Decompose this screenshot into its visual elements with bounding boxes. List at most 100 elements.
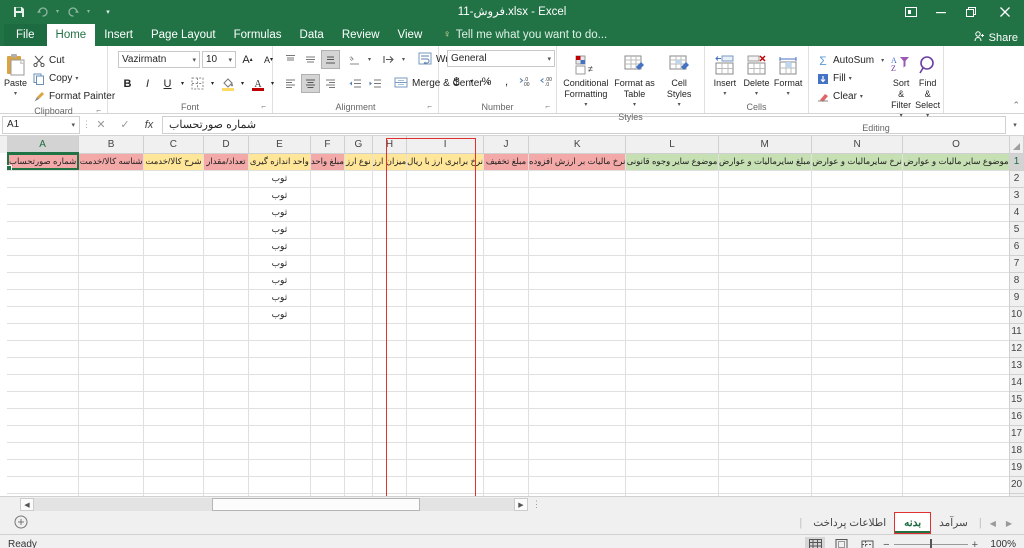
italic-button[interactable]: I bbox=[138, 74, 157, 93]
cell-K19[interactable] bbox=[528, 459, 627, 477]
cell-G3[interactable] bbox=[344, 187, 373, 205]
cell-B20[interactable] bbox=[78, 476, 144, 494]
cell-L11[interactable] bbox=[625, 323, 719, 341]
direction-dropdown-icon[interactable]: ▾ bbox=[399, 50, 408, 69]
cell-H15[interactable] bbox=[372, 391, 408, 409]
increase-font-size-button[interactable]: A ▴ bbox=[238, 50, 257, 69]
cell-K11[interactable] bbox=[528, 323, 627, 341]
cell-C2[interactable] bbox=[143, 170, 204, 188]
cell-J5[interactable] bbox=[483, 221, 529, 239]
cell-G9[interactable] bbox=[344, 289, 373, 307]
cell-N2[interactable] bbox=[811, 170, 904, 188]
horizontal-scrollbar[interactable]: ◀ ▶ ⋮ bbox=[0, 496, 1024, 512]
cell-E12[interactable] bbox=[248, 340, 311, 358]
cell-J9[interactable] bbox=[483, 289, 529, 307]
row-header-11[interactable]: 11 bbox=[1008, 323, 1024, 341]
insert-cells-button[interactable]: Insert ▾ bbox=[709, 50, 741, 100]
cell-O15[interactable] bbox=[902, 391, 1010, 409]
cell-O2[interactable] bbox=[902, 170, 1010, 188]
zoom-slider[interactable]: − + bbox=[883, 539, 978, 548]
rtl-direction-button[interactable] bbox=[379, 50, 398, 69]
cell-B7[interactable] bbox=[78, 255, 144, 273]
cell-D8[interactable] bbox=[203, 272, 249, 290]
cell-N6[interactable] bbox=[811, 238, 904, 256]
row-header-1[interactable]: 1 bbox=[1008, 153, 1024, 171]
cell-C15[interactable] bbox=[143, 391, 204, 409]
cell-O14[interactable] bbox=[902, 374, 1010, 392]
number-dialog-launcher[interactable]: ⌐ bbox=[545, 101, 550, 113]
column-header-E[interactable]: E bbox=[248, 136, 311, 154]
cell-N10[interactable] bbox=[811, 306, 904, 324]
cell-D10[interactable] bbox=[203, 306, 249, 324]
cell-I14[interactable] bbox=[406, 374, 485, 392]
cell-M4[interactable] bbox=[718, 204, 812, 222]
cell-C9[interactable] bbox=[143, 289, 204, 307]
cell-D1[interactable]: تعداد/مقدار bbox=[203, 153, 249, 171]
cell-G13[interactable] bbox=[344, 357, 373, 375]
cell-F2[interactable] bbox=[310, 170, 345, 188]
delete-dropdown-icon[interactable]: ▾ bbox=[755, 89, 758, 100]
cell-I10[interactable] bbox=[406, 306, 485, 324]
sort-filter-dropdown-icon[interactable]: ▾ bbox=[900, 111, 903, 122]
collapse-ribbon-button[interactable]: ⌃ bbox=[1012, 100, 1020, 111]
cell-E14[interactable] bbox=[248, 374, 311, 392]
borders-button[interactable] bbox=[188, 74, 207, 93]
cell-M14[interactable] bbox=[718, 374, 812, 392]
cell-H10[interactable] bbox=[372, 306, 408, 324]
cell-M7[interactable] bbox=[718, 255, 812, 273]
cell-O5[interactable] bbox=[902, 221, 1010, 239]
cell-D6[interactable] bbox=[203, 238, 249, 256]
cell-G5[interactable] bbox=[344, 221, 373, 239]
cell-L14[interactable] bbox=[625, 374, 719, 392]
cell-D20[interactable] bbox=[203, 476, 249, 494]
currency-format-button[interactable]: $ bbox=[447, 72, 466, 91]
increase-decimal-button[interactable]: .0 00 bbox=[517, 72, 537, 91]
cell-N11[interactable] bbox=[811, 323, 904, 341]
cell-A10[interactable] bbox=[6, 306, 80, 324]
cell-K20[interactable] bbox=[528, 476, 627, 494]
row-header-18[interactable]: 18 bbox=[1008, 442, 1024, 460]
column-header-D[interactable]: D bbox=[203, 136, 249, 154]
cell-B19[interactable] bbox=[78, 459, 144, 477]
cell-N16[interactable] bbox=[811, 408, 904, 426]
row-header-10[interactable]: 10 bbox=[1008, 306, 1024, 324]
cell-J4[interactable] bbox=[483, 204, 529, 222]
cell-B12[interactable] bbox=[78, 340, 144, 358]
cell-B13[interactable] bbox=[78, 357, 144, 375]
column-header-A[interactable]: A bbox=[6, 136, 80, 154]
tab-formulas[interactable]: Formulas bbox=[225, 24, 291, 46]
column-header-K[interactable]: K bbox=[528, 136, 627, 154]
column-header-G[interactable]: G bbox=[344, 136, 373, 154]
cell-O10[interactable] bbox=[902, 306, 1010, 324]
cell-I5[interactable] bbox=[406, 221, 485, 239]
column-header-F[interactable]: F bbox=[310, 136, 345, 154]
cell-A5[interactable] bbox=[6, 221, 80, 239]
row-header-16[interactable]: 16 bbox=[1008, 408, 1024, 426]
cell-N12[interactable] bbox=[811, 340, 904, 358]
tab-home[interactable]: Home bbox=[46, 24, 96, 46]
cell-O6[interactable] bbox=[902, 238, 1010, 256]
cell-G12[interactable] bbox=[344, 340, 373, 358]
percent-format-button[interactable]: % bbox=[477, 72, 496, 91]
cell-A3[interactable] bbox=[6, 187, 80, 205]
cell-O4[interactable] bbox=[902, 204, 1010, 222]
cell-J14[interactable] bbox=[483, 374, 529, 392]
cell-G6[interactable] bbox=[344, 238, 373, 256]
cell-K18[interactable] bbox=[528, 442, 627, 460]
cell-D18[interactable] bbox=[203, 442, 249, 460]
cell-B8[interactable] bbox=[78, 272, 144, 290]
cell-A17[interactable] bbox=[6, 425, 80, 443]
row-header-12[interactable]: 12 bbox=[1008, 340, 1024, 358]
cell-I8[interactable] bbox=[406, 272, 485, 290]
normal-view-icon[interactable] bbox=[805, 536, 826, 548]
clear-button[interactable]: Clear ▾ bbox=[813, 88, 887, 105]
delete-cells-button[interactable]: Delete ▾ bbox=[741, 50, 773, 100]
find-select-button[interactable]: Find & Select ▾ bbox=[915, 50, 940, 122]
cell-O13[interactable] bbox=[902, 357, 1010, 375]
row-header-8[interactable]: 8 bbox=[1008, 272, 1024, 290]
zoom-knob[interactable] bbox=[929, 539, 932, 548]
find-select-dropdown-icon[interactable]: ▾ bbox=[926, 111, 929, 122]
align-right-button[interactable] bbox=[321, 74, 340, 93]
cell-A20[interactable] bbox=[6, 476, 80, 494]
cell-F13[interactable] bbox=[310, 357, 345, 375]
